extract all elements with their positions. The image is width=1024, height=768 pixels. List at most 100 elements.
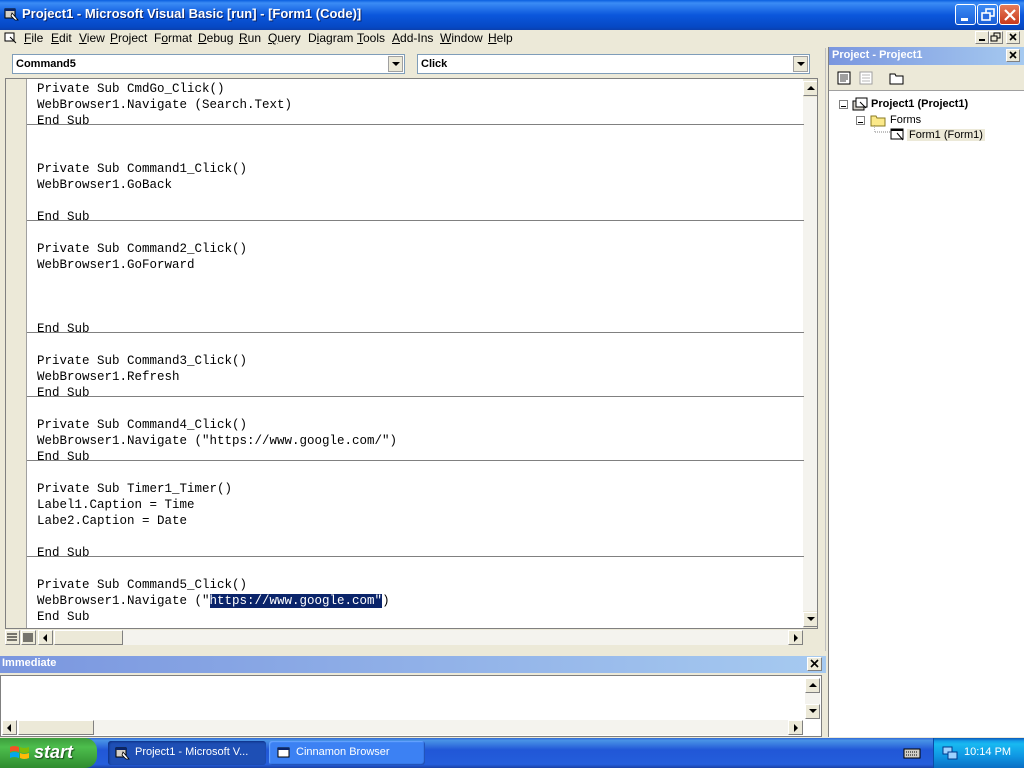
taskbar-button-vb6[interactable]: Project1 - Microsoft V... <box>108 741 266 765</box>
menu-project[interactable]: Project <box>110 31 147 45</box>
taskbar: start Project1 - Microsoft V... Cinnamon… <box>0 738 1024 768</box>
arrow-right-icon <box>794 634 798 642</box>
window-title: Project1 - Microsoft Visual Basic [run] … <box>22 6 362 21</box>
menu-view[interactable]: View <box>79 31 105 45</box>
menu-file[interactable]: File <box>24 31 43 45</box>
restore-icon <box>981 8 995 21</box>
menu-tools[interactable]: Tools <box>357 31 385 45</box>
code-horizontal-bar <box>5 629 818 646</box>
menu-help[interactable]: Help <box>488 31 513 45</box>
minus-icon <box>841 106 846 107</box>
object-combo[interactable]: Command5 <box>12 54 405 74</box>
scroll-up-button[interactable] <box>803 81 817 96</box>
full-module-view-button[interactable] <box>21 630 36 645</box>
project-toolbar <box>829 65 1024 91</box>
arrow-down-icon <box>807 617 815 621</box>
code-line: Private Sub Command4_Click() <box>37 418 248 432</box>
mdi-restore-button[interactable] <box>989 31 1003 44</box>
project-close-button[interactable] <box>1006 49 1020 62</box>
start-button[interactable]: start <box>0 738 97 768</box>
menu-format[interactable]: Format <box>154 31 192 45</box>
view-object-icon <box>859 71 873 85</box>
tree-project[interactable]: Project1 (Project1) <box>871 98 968 110</box>
vb6-icon <box>4 8 19 21</box>
immediate-scroll-up-button[interactable] <box>805 678 820 693</box>
taskbar-button-label: Project1 - Microsoft V... <box>135 746 249 758</box>
restore-button[interactable] <box>977 4 998 25</box>
code-vertical-scrollbar[interactable] <box>803 79 817 628</box>
arrow-up-icon <box>809 683 817 687</box>
procedure-view-button[interactable] <box>5 630 20 645</box>
minus-icon <box>858 122 863 123</box>
immediate-hscroll-thumb[interactable] <box>18 720 94 735</box>
form-window-icon <box>277 747 290 758</box>
code-window-icon[interactable] <box>4 32 17 44</box>
collapse-project-toggle[interactable] <box>839 100 848 109</box>
code-line: Labe2.Caption = Date <box>37 514 188 528</box>
keyboard-icon[interactable] <box>903 746 921 760</box>
project-explorer-title: Project - Project1 <box>829 47 1024 65</box>
immediate-scroll-track[interactable] <box>805 693 820 704</box>
view-object-button[interactable] <box>855 69 877 87</box>
procedure-separator <box>27 124 804 125</box>
view-code-button[interactable] <box>833 69 855 87</box>
mdi-close-button[interactable] <box>1006 31 1020 44</box>
immediate-scroll-left-button[interactable] <box>2 720 17 735</box>
procedure-separator <box>27 460 804 461</box>
code-line: End Sub <box>37 450 90 464</box>
scroll-track[interactable] <box>803 97 817 611</box>
menu-query[interactable]: Query <box>268 31 301 45</box>
horizontal-scroll-track[interactable] <box>123 630 788 645</box>
code-line: End Sub <box>37 114 90 128</box>
clock[interactable]: 10:14 PM <box>964 746 1011 758</box>
code-line: WebBrowser1.Navigate ("https://www.googl… <box>37 434 398 448</box>
minimize-button[interactable] <box>955 4 976 25</box>
immediate-title: Immediate <box>0 656 826 673</box>
code-editor[interactable]: Private Sub CmdGo_Click() WebBrowser1.Nav… <box>5 78 818 629</box>
menu-diagram[interactable]: Diagram <box>308 31 353 45</box>
taskbar-button-cinnamon-browser[interactable]: Cinnamon Browser <box>269 741 425 765</box>
menu-run[interactable]: Run <box>239 31 261 45</box>
code-window: Command5 Click Private Sub CmdGo_Click()… <box>0 48 826 651</box>
immediate-scroll-right-button[interactable] <box>788 720 803 735</box>
scroll-left-button[interactable] <box>38 630 53 645</box>
mdi-minimize-button[interactable] <box>975 31 989 44</box>
toggle-folders-button[interactable] <box>886 69 908 87</box>
scroll-right-button[interactable] <box>788 630 803 645</box>
procedure-view-icon <box>7 633 17 641</box>
collapse-forms-toggle[interactable] <box>856 116 865 125</box>
close-icon <box>1009 33 1017 41</box>
code-line: End Sub <box>37 546 90 560</box>
tree-form1[interactable]: Form1 (Form1) <box>907 129 985 141</box>
immediate-scroll-down-button[interactable] <box>805 704 820 719</box>
restore-icon <box>990 32 1001 42</box>
tree-forms-folder[interactable]: Forms <box>890 114 921 126</box>
minimize-icon <box>961 18 968 21</box>
taskbar-button-label: Cinnamon Browser <box>296 746 390 758</box>
procedure-separator <box>27 220 804 221</box>
title-bar[interactable]: Project1 - Microsoft Visual Basic [run] … <box>0 0 1024 30</box>
procedure-combo-dropdown[interactable] <box>793 56 808 72</box>
code-line: WebBrowser1.Navigate (Search.Text) <box>37 98 293 112</box>
object-combo-dropdown[interactable] <box>388 56 403 72</box>
code-line: WebBrowser1.GoForward <box>37 258 195 272</box>
menu-addins[interactable]: Add-Ins <box>392 31 433 45</box>
menu-debug[interactable]: Debug <box>198 31 233 45</box>
horizontal-scroll-thumb[interactable] <box>54 630 123 645</box>
close-button[interactable] <box>999 4 1020 25</box>
code-line: Private Sub Command1_Click() <box>37 162 248 176</box>
network-icon[interactable] <box>942 745 958 761</box>
immediate-close-button[interactable] <box>807 657 822 671</box>
code-line: Private Sub Command3_Click() <box>37 354 248 368</box>
scroll-down-button[interactable] <box>803 612 817 627</box>
procedure-separator <box>27 396 804 397</box>
immediate-hscroll-track[interactable] <box>94 720 788 735</box>
close-icon <box>1009 51 1017 59</box>
immediate-pane[interactable] <box>0 675 822 737</box>
object-combo-value: Command5 <box>16 58 76 70</box>
menu-edit[interactable]: Edit <box>51 31 72 45</box>
immediate-window: Immediate <box>0 656 826 737</box>
menu-window[interactable]: Window <box>440 31 483 45</box>
procedure-combo[interactable]: Click <box>417 54 810 74</box>
margin-indicator-bar[interactable] <box>6 79 27 628</box>
